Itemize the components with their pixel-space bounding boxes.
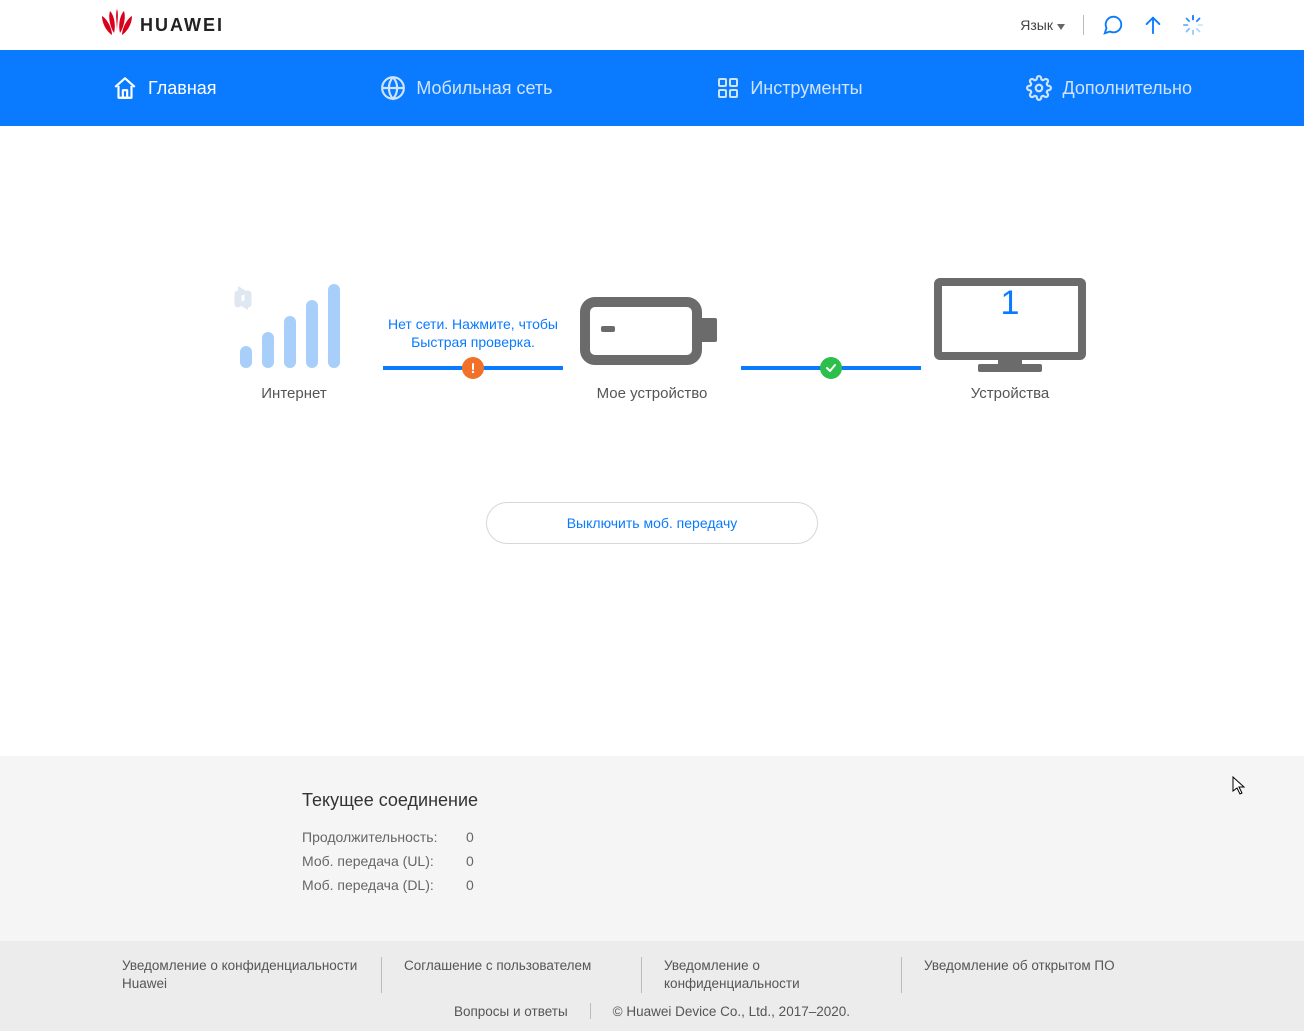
- divider: [590, 1003, 591, 1019]
- main-content: Интернет Нет сети. Нажмите, чтобы Быстра…: [0, 126, 1304, 646]
- globe-icon: [380, 75, 406, 101]
- connection-row-value: 0: [466, 853, 474, 869]
- loading-icon: [1182, 14, 1204, 36]
- footer-links: Уведомление о конфиденциальности Huawei …: [122, 957, 1182, 993]
- connection-row: Моб. передача (DL): 0: [302, 877, 1002, 893]
- caret-down-icon: [1057, 17, 1065, 33]
- gear-icon: [1026, 75, 1052, 101]
- connector-line: [383, 366, 563, 370]
- connector-line: [741, 366, 921, 370]
- current-connection-panel: Текущее соединение Продолжительность: 0 …: [0, 756, 1304, 941]
- current-connection-title: Текущее соединение: [302, 790, 1002, 811]
- footer-link-open-source[interactable]: Уведомление об открытом ПО: [902, 957, 1162, 993]
- nav-tools-label: Инструменты: [750, 78, 862, 99]
- connector-device-to-clients: [741, 276, 921, 370]
- status-internet[interactable]: Интернет: [205, 276, 383, 402]
- signal-bars-icon: [234, 276, 354, 381]
- ok-badge-icon: [820, 357, 842, 379]
- footer-copyright: © Huawei Device Co., Ltd., 2017–2020.: [613, 1004, 850, 1019]
- toggle-mobile-data-button[interactable]: Выключить моб. передачу: [486, 502, 819, 544]
- top-right: Язык: [1020, 14, 1204, 36]
- status-my-device-label: Мое устройство: [597, 385, 708, 402]
- nav-tools[interactable]: Инструменты: [716, 76, 862, 100]
- footer-link-faq[interactable]: Вопросы и ответы: [454, 1004, 568, 1019]
- divider: [1083, 15, 1084, 35]
- connection-row: Продолжительность: 0: [302, 829, 1002, 845]
- huawei-logo-icon: [100, 9, 134, 42]
- language-label: Язык: [1020, 17, 1053, 33]
- grid-icon: [716, 76, 740, 100]
- nav-mobile-network-label: Мобильная сеть: [416, 78, 552, 99]
- language-switcher[interactable]: Язык: [1020, 17, 1065, 33]
- status-row: Интернет Нет сети. Нажмите, чтобы Быстра…: [0, 276, 1304, 402]
- router-device-icon: [577, 276, 727, 381]
- status-devices-label: Устройства: [971, 385, 1049, 402]
- connection-row-key: Продолжительность:: [302, 829, 452, 845]
- nav-advanced[interactable]: Дополнительно: [1026, 75, 1192, 101]
- top-bar: HUAWEI Язык: [0, 0, 1304, 50]
- footer-link-user-agreement[interactable]: Соглашение с пользователем: [382, 957, 642, 993]
- footer: Уведомление о конфиденциальности Huawei …: [0, 941, 1304, 1031]
- footer-link-privacy-huawei[interactable]: Уведомление о конфиденциальности Huawei: [122, 957, 382, 993]
- connection-row: Моб. передача (UL): 0: [302, 853, 1002, 869]
- connector-warning-message[interactable]: Нет сети. Нажмите, чтобы Быстрая проверк…: [383, 306, 563, 360]
- nav-mobile-network[interactable]: Мобильная сеть: [380, 75, 552, 101]
- nav-bar: Главная Мобильная сеть Инст: [0, 50, 1304, 126]
- footer-bottom: Вопросы и ответы © Huawei Device Co., Lt…: [122, 1003, 1182, 1019]
- connector-internet-to-device: Нет сети. Нажмите, чтобы Быстрая проверк…: [383, 276, 563, 370]
- update-button[interactable]: [1142, 14, 1164, 36]
- nav-advanced-label: Дополнительно: [1062, 78, 1192, 99]
- status-internet-label: Интернет: [261, 385, 326, 402]
- brand: HUAWEI: [100, 9, 224, 42]
- connection-row-key: Моб. передача (UL):: [302, 853, 452, 869]
- status-my-device[interactable]: Мое устройство: [563, 276, 741, 402]
- messages-button[interactable]: [1102, 14, 1124, 36]
- nav-home[interactable]: Главная: [112, 75, 217, 101]
- connection-row-value: 0: [466, 877, 474, 893]
- devices-count: 1: [930, 284, 1090, 323]
- warning-badge-icon: [462, 357, 484, 379]
- status-devices[interactable]: 1 Устройства: [921, 276, 1099, 402]
- nav-home-label: Главная: [148, 78, 217, 99]
- monitor-icon: 1: [930, 276, 1090, 381]
- footer-link-privacy[interactable]: Уведомление о конфиденциальности: [642, 957, 902, 993]
- home-icon: [112, 75, 138, 101]
- connection-row-value: 0: [466, 829, 474, 845]
- connection-row-key: Моб. передача (DL):: [302, 877, 452, 893]
- brand-name: HUAWEI: [140, 15, 224, 36]
